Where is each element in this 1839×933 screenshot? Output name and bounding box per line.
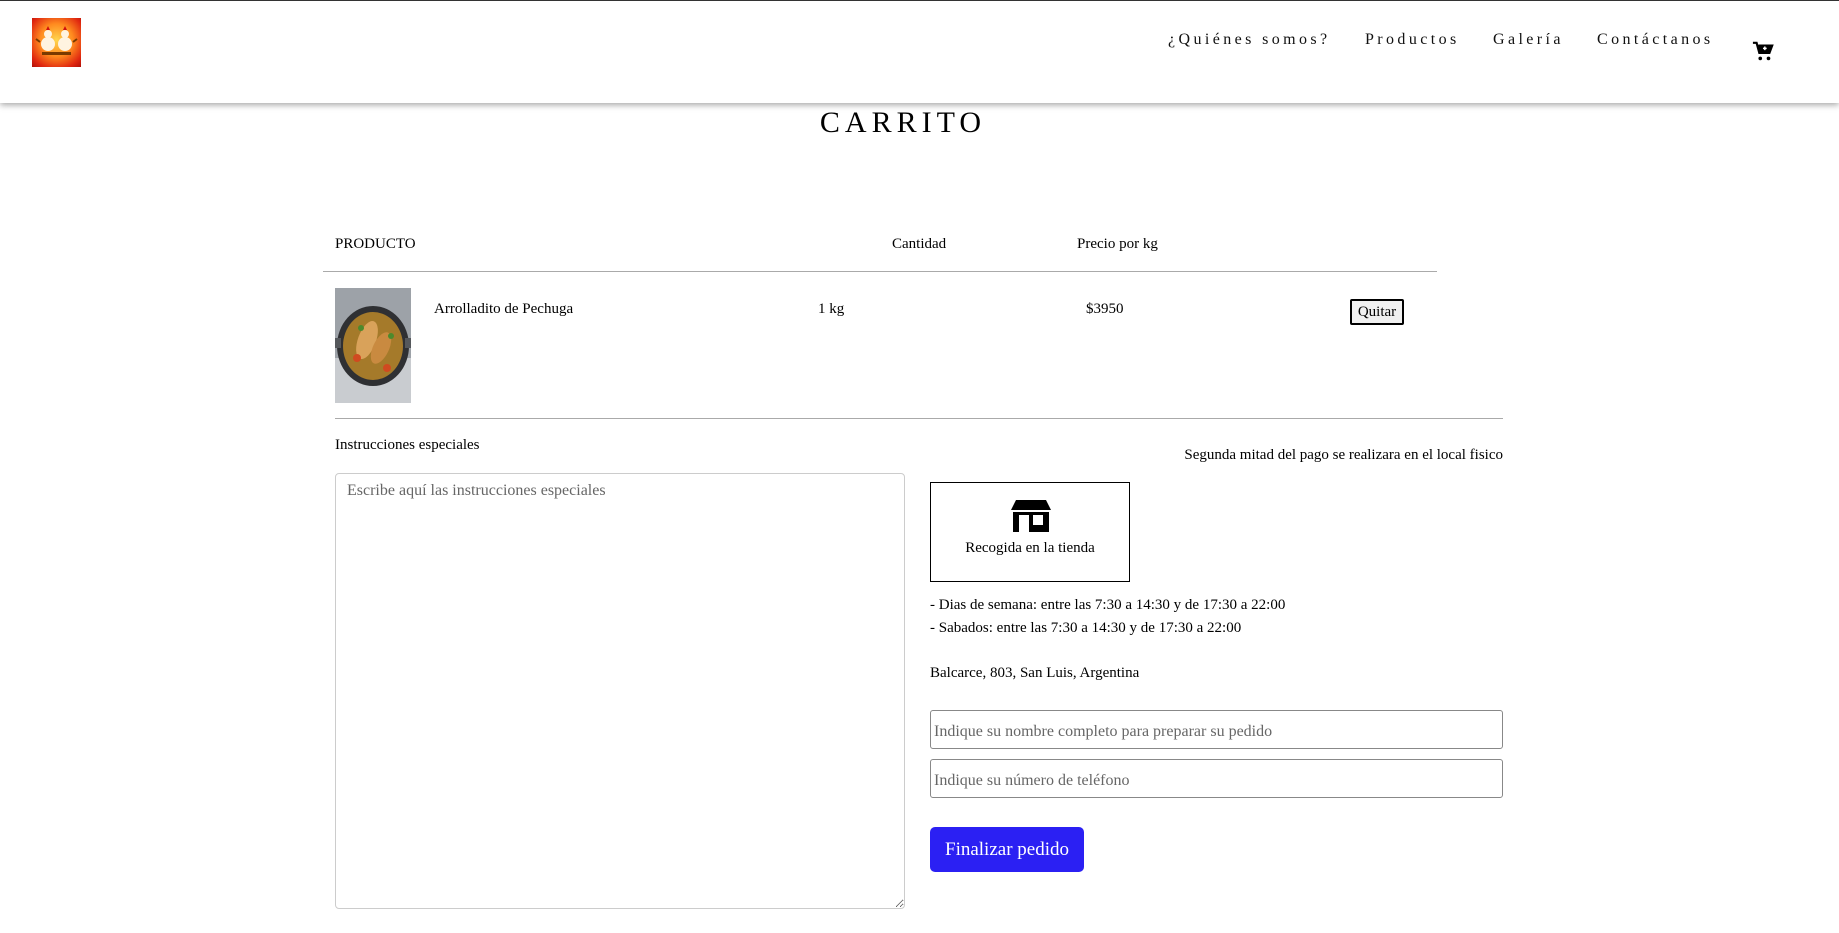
special-instructions-textarea[interactable] [335,473,905,909]
table-header-divider [323,271,1437,272]
instructions-label: Instrucciones especiales [335,437,480,453]
page-title: CARRITO [819,106,987,139]
phone-input[interactable] [930,759,1503,798]
product-price: $3950 [1086,301,1124,317]
product-quantity: 1 kg [818,301,845,317]
column-header-product: PRODUCTO [335,236,416,252]
full-name-input[interactable] [930,710,1503,749]
product-name: Arrolladito de Pechuga [434,301,574,317]
store-pickup-label: Recogida en la tienda [965,540,1095,556]
cart-icon[interactable] [1752,41,1774,63]
store-address: Balcarce, 803, San Luis, Argentina [930,665,1140,681]
nav-link-quienes-somos[interactable]: ¿Quiénes somos? [1168,31,1331,49]
store-pickup-option[interactable]: Recogida en la tienda [930,482,1130,582]
pickup-hours: - Dias de semana: entre las 7:30 a 14:30… [930,594,1285,640]
pickup-hours-saturdays: - Sabados: entre las 7:30 a 14:30 y de 1… [930,620,1242,636]
column-header-quantity: Cantidad [892,236,947,252]
main-nav: ¿Quiénes somos? Productos Galería Contác… [0,31,1839,55]
pickup-hours-weekdays: - Dias de semana: entre las 7:30 a 14:30… [930,597,1286,613]
column-header-price: Precio por kg [1077,236,1158,252]
payment-note: Segunda mitad del pago se realizara en e… [1184,447,1503,463]
top-navbar: ¿Quiénes somos? Productos Galería Contác… [0,0,1839,103]
table-bottom-divider [335,418,1503,419]
nav-link-galeria[interactable]: Galería [1493,31,1564,49]
remove-item-button[interactable]: Quitar [1350,299,1404,325]
store-icon [1011,500,1051,532]
nav-link-contactanos[interactable]: Contáctanos [1597,31,1714,49]
submit-order-button[interactable]: Finalizar pedido [930,827,1084,872]
product-image [335,288,411,403]
food-photo-icon [335,288,411,403]
nav-link-productos[interactable]: Productos [1365,31,1460,49]
